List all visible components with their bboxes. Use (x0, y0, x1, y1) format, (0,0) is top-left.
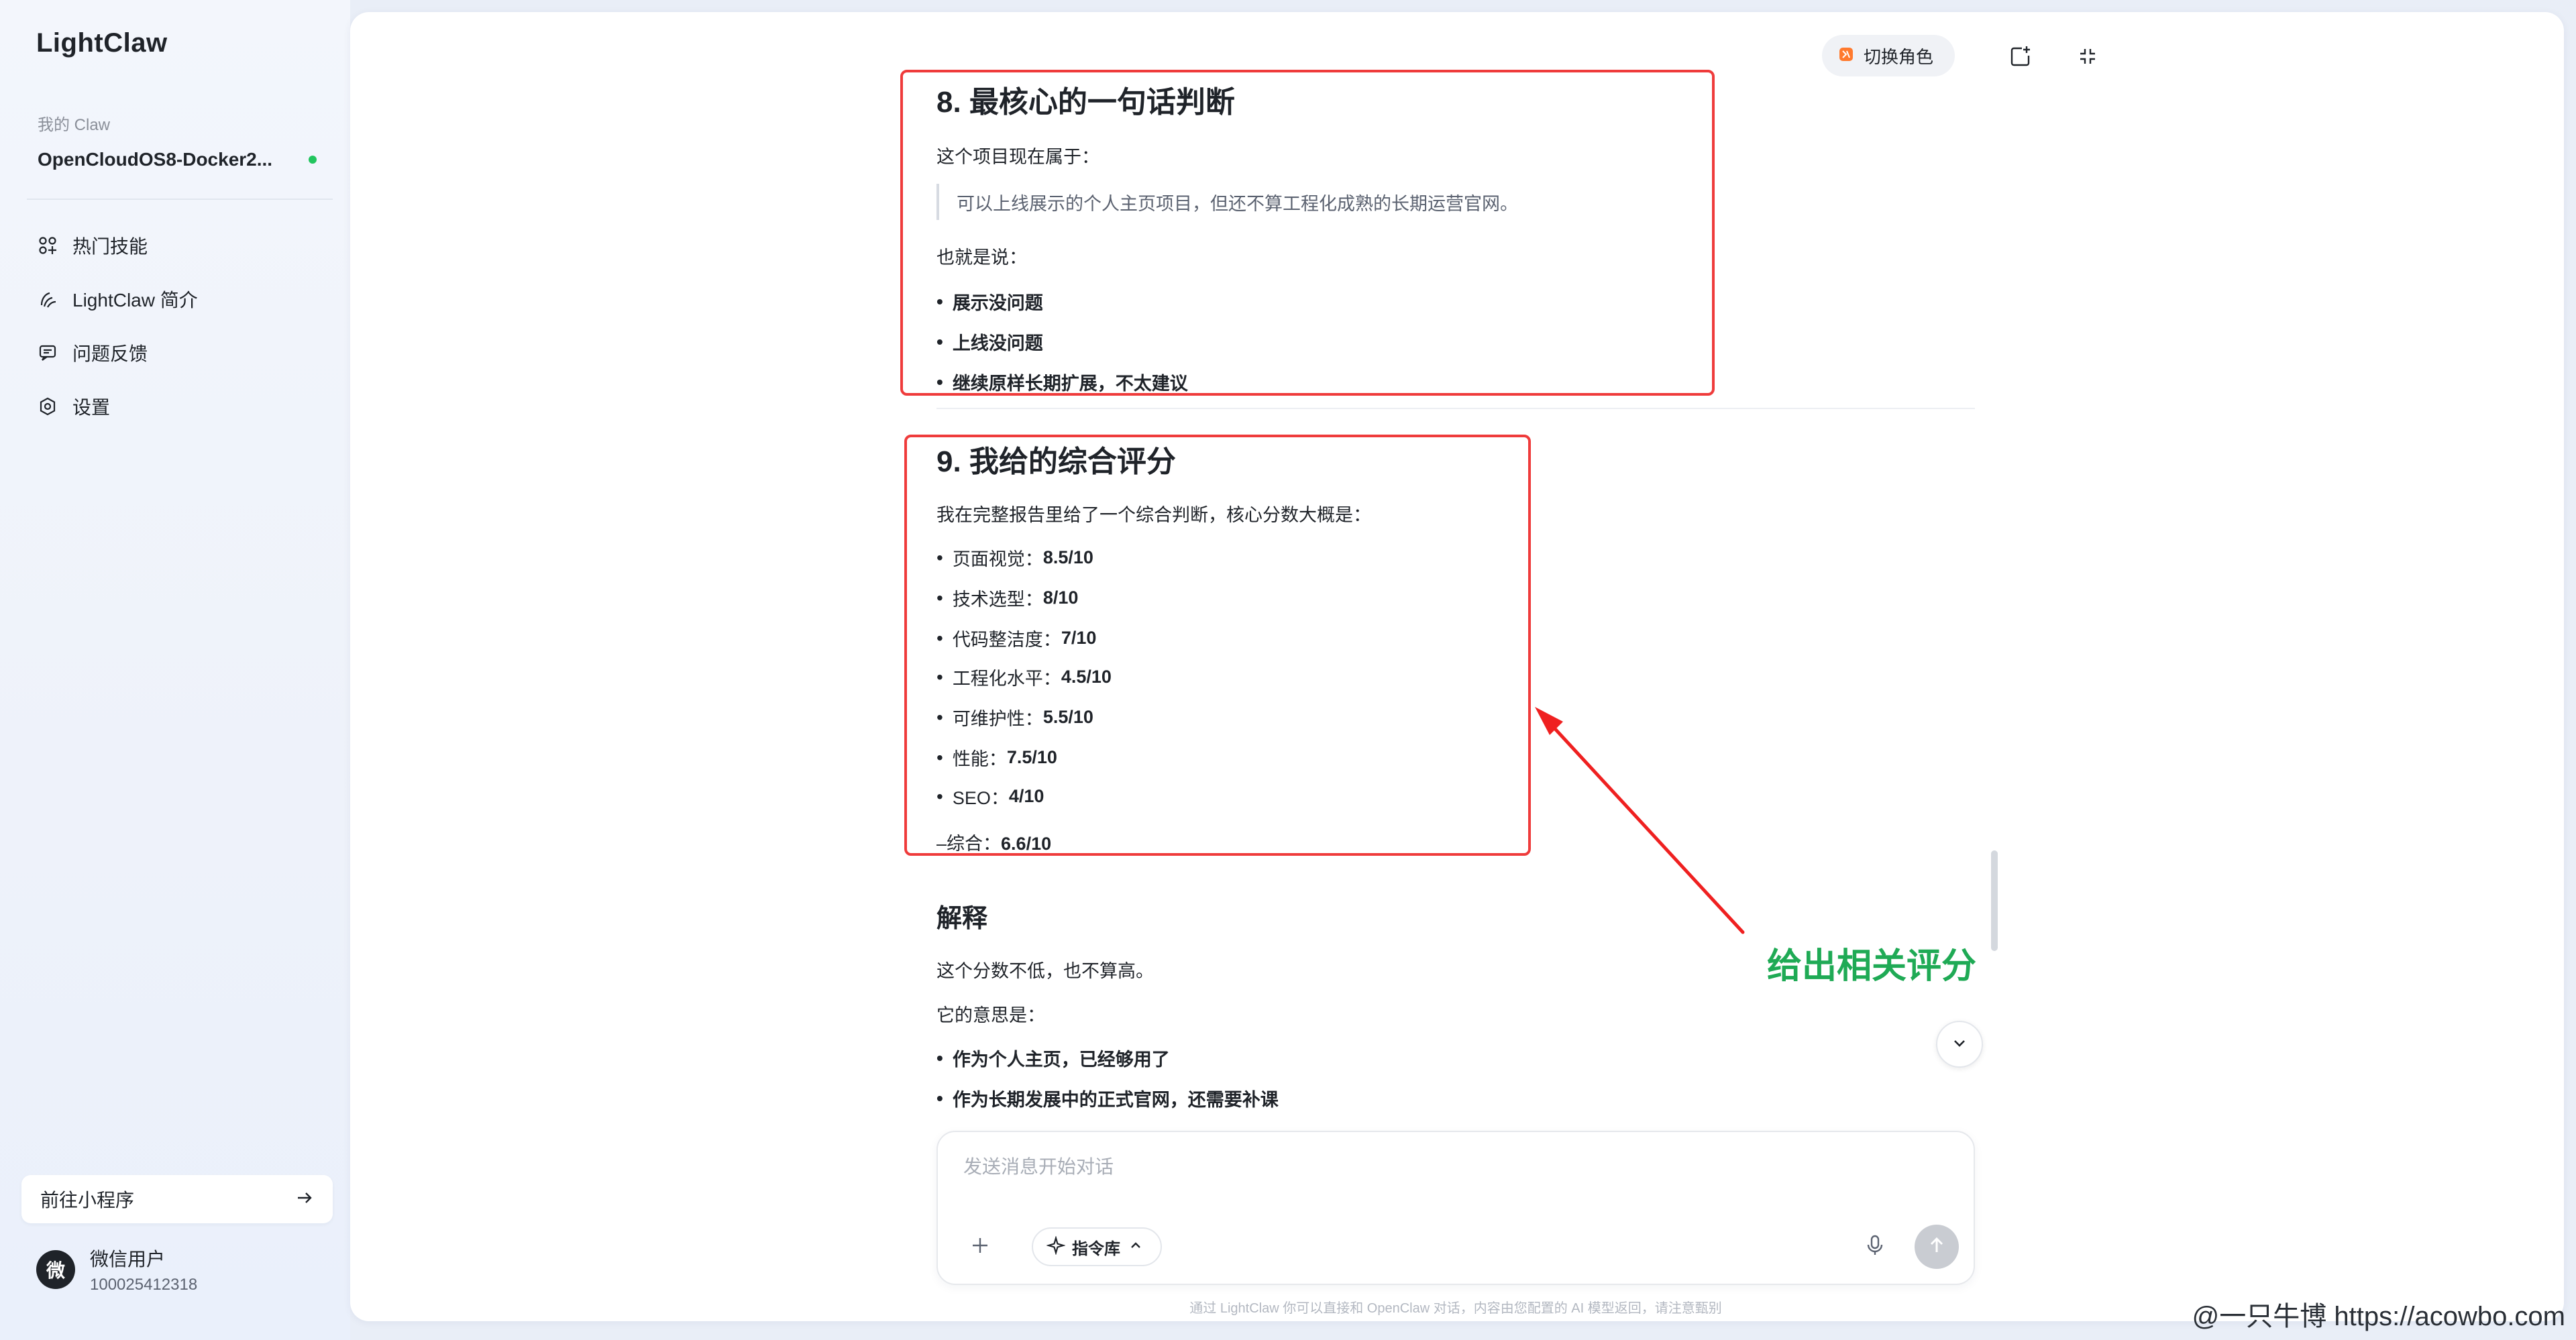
go-mini-program-button[interactable]: 前往小程序 (21, 1175, 333, 1223)
sidebar-item-skills[interactable]: 热门技能 (27, 219, 335, 272)
settings-icon (36, 395, 59, 418)
arrow-up-icon (1927, 1235, 1947, 1259)
chat-main-panel: 切换角色 8. 最核心的一句话判断 这个项目现在属于： 可以上线展示的个人主页项… (350, 12, 2564, 1321)
sidebar-item-settings[interactable]: 设置 (27, 380, 335, 433)
sparkle-icon (1046, 1235, 1066, 1258)
avatar: 微 (36, 1250, 75, 1289)
send-button[interactable] (1915, 1225, 1959, 1269)
attach-button[interactable] (963, 1230, 997, 1264)
sidebar-nav: 热门技能 LightClaw 简介 问题反馈 设置 (27, 219, 335, 433)
voice-input-button[interactable] (1858, 1230, 1892, 1264)
user-name: 微信用户 (90, 1249, 166, 1270)
user-id: 100025412318 (90, 1276, 198, 1294)
skills-icon (36, 234, 59, 257)
plus-icon (969, 1235, 991, 1260)
claw-icon (36, 288, 59, 311)
microphone-icon (1865, 1234, 1885, 1260)
watermark: @一只牛博 https://acowbo.com (2192, 1302, 2565, 1331)
sidebar-item-label: LightClaw 简介 (72, 290, 198, 311)
sidebar-item-label: 热门技能 (72, 236, 148, 257)
user-profile[interactable]: 微 微信用户 100025412318 (36, 1245, 197, 1294)
command-library-button[interactable]: 指令库 (1032, 1227, 1162, 1266)
message-input[interactable] (963, 1156, 1943, 1178)
scroll-to-bottom-button[interactable] (1936, 1021, 1983, 1068)
brand-logo: LightClaw (36, 28, 168, 58)
online-status-dot (309, 156, 317, 164)
my-claw-label: 我的 Claw (38, 116, 111, 134)
message-composer: 指令库 (936, 1131, 1975, 1285)
sidebar-item-label: 设置 (72, 397, 111, 418)
mini-program-label: 前往小程序 (40, 1190, 135, 1211)
claw-instance-selector[interactable]: OpenCloudOS8-Docker2... (38, 149, 319, 170)
sidebar-item-label: 问题反馈 (72, 343, 148, 364)
disclaimer-text: 通过 LightClaw 你可以直接和 OpenClaw 对话，内容由您配置的 … (1189, 1301, 1722, 1316)
sidebar-divider (27, 199, 333, 200)
sidebar: LightClaw 我的 Claw OpenCloudOS8-Docker2..… (0, 0, 350, 1340)
annotation-label: 给出相关评分 (1767, 947, 1977, 986)
sidebar-item-feedback[interactable]: 问题反馈 (27, 326, 335, 380)
chevron-down-icon (1950, 1034, 1969, 1056)
annotation-arrow (1535, 707, 1745, 934)
scrollbar-thumb[interactable] (1991, 850, 1998, 951)
command-library-label: 指令库 (1072, 1239, 1120, 1258)
chevron-up-icon (1128, 1238, 1143, 1256)
arrow-right-icon (295, 1188, 314, 1211)
sidebar-item-intro[interactable]: LightClaw 简介 (27, 272, 335, 326)
feedback-icon (36, 341, 59, 364)
instance-name: OpenCloudOS8-Docker2... (38, 149, 273, 170)
